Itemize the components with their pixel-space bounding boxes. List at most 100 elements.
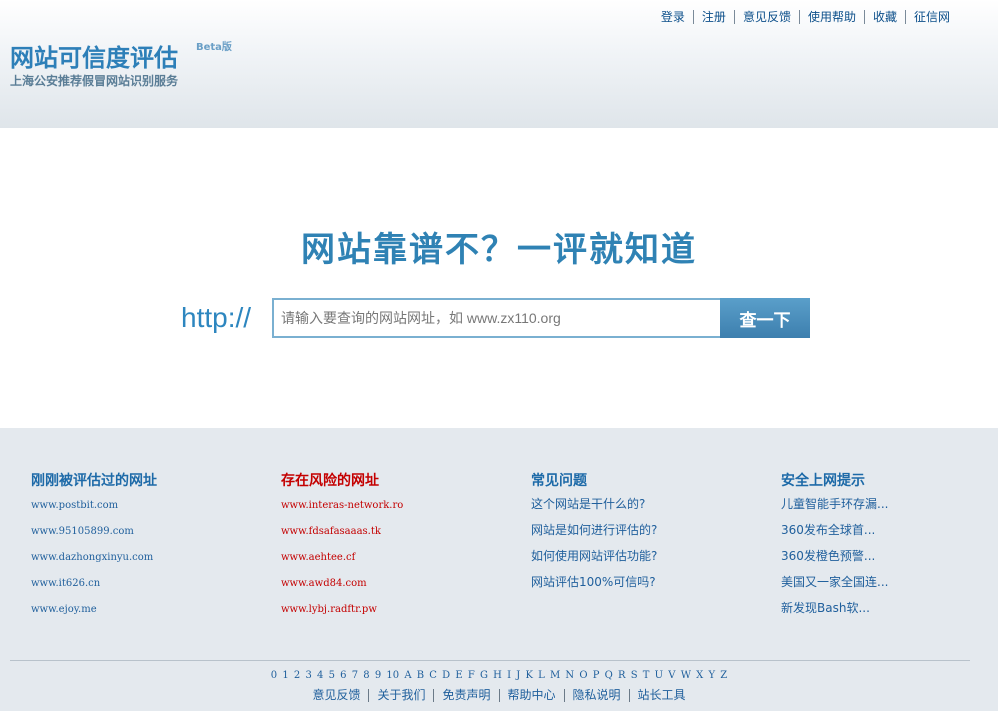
list-item: www.95105899.com — [31, 522, 271, 548]
index-char-link[interactable]: E — [455, 670, 462, 681]
url-search-input[interactable] — [272, 298, 722, 338]
site-logo-title[interactable]: 网站可信度评估 — [10, 38, 178, 73]
footer-webmaster-tools-link[interactable]: 站长工具 — [628, 689, 694, 702]
footer-feedback-link[interactable]: 意见反馈 — [304, 689, 368, 702]
index-char-link[interactable]: Q — [605, 670, 613, 681]
index-char-link[interactable]: C — [429, 670, 437, 681]
search-button[interactable]: 查一下 — [720, 298, 810, 338]
recent-url-link[interactable]: www.postbit.com — [31, 500, 118, 511]
list-item: 360发橙色预警... — [781, 548, 998, 574]
risky-url-link[interactable]: www.fdsafasaaas.tk — [281, 526, 381, 537]
risky-urls-column: 存在风险的网址 www.interas-network.ro www.fdsaf… — [281, 470, 521, 626]
index-char-link[interactable]: V — [668, 670, 675, 681]
recent-url-link[interactable]: www.dazhongxinyu.com — [31, 552, 153, 563]
index-char-link[interactable]: 8 — [363, 670, 369, 681]
safety-tip-link[interactable]: 360发橙色预警... — [781, 549, 875, 563]
site-subtitle: 上海公安推荐假冒网站识别服务 — [10, 74, 179, 88]
safety-tips-title: 安全上网提示 — [781, 473, 865, 489]
nav-login-link[interactable]: 登录 — [653, 10, 693, 24]
faq-link[interactable]: 如何使用网站评估功能? — [531, 549, 657, 563]
list-item: www.dazhongxinyu.com — [31, 548, 271, 574]
faq-link[interactable]: 网站评估100%可信吗? — [531, 575, 656, 589]
risky-url-link[interactable]: www.aehtee.cf — [281, 552, 355, 563]
nav-help-link[interactable]: 使用帮助 — [798, 10, 864, 24]
index-char-link[interactable]: T — [643, 670, 650, 681]
index-char-link[interactable]: N — [565, 670, 574, 681]
footer-disclaimer-link[interactable]: 免责声明 — [433, 689, 498, 702]
recent-url-link[interactable]: www.95105899.com — [31, 526, 134, 537]
index-char-link[interactable]: 3 — [305, 670, 311, 681]
index-char-link[interactable]: A — [404, 670, 411, 681]
list-item: 儿童智能手环存漏... — [781, 496, 998, 522]
footer-about-link[interactable]: 关于我们 — [368, 689, 433, 702]
index-char-link[interactable]: 9 — [375, 670, 381, 681]
index-char-link[interactable]: L — [538, 670, 545, 681]
http-prefix-label: http:// — [181, 302, 252, 333]
recent-url-link[interactable]: www.it626.cn — [31, 578, 100, 589]
recent-url-link[interactable]: www.ejoy.me — [31, 604, 97, 615]
index-char-link[interactable]: Z — [720, 670, 727, 681]
list-item: 网站是如何进行评估的? — [531, 522, 771, 548]
index-char-link[interactable]: H — [493, 670, 502, 681]
index-char-link[interactable]: O — [579, 670, 587, 681]
header: 网站可信度评估 Beta版 上海公安推荐假冒网站识别服务 登录 注册 意见反馈 … — [0, 0, 998, 128]
risky-urls-title: 存在风险的网址 — [281, 473, 379, 489]
recent-urls-column: 刚刚被评估过的网址 www.postbit.com www.95105899.c… — [31, 470, 271, 626]
index-char-link[interactable]: J — [516, 670, 520, 681]
index-char-link[interactable]: I — [507, 670, 511, 681]
index-char-link[interactable]: Y — [708, 670, 715, 681]
list-item: www.interas-network.ro — [281, 496, 521, 522]
nav-feedback-link[interactable]: 意见反馈 — [733, 10, 799, 24]
footer-privacy-link[interactable]: 隐私说明 — [563, 689, 629, 702]
risky-url-link[interactable]: www.interas-network.ro — [281, 500, 403, 511]
index-char-link[interactable]: P — [593, 670, 600, 681]
info-panel: 刚刚被评估过的网址 www.postbit.com www.95105899.c… — [0, 428, 998, 711]
index-char-link[interactable]: 0 — [271, 670, 277, 681]
index-char-link[interactable]: B — [417, 670, 424, 681]
beta-badge: Beta版 — [196, 42, 232, 53]
list-item: www.ejoy.me — [31, 600, 271, 626]
list-item: 如何使用网站评估功能? — [531, 548, 771, 574]
faq-link[interactable]: 网站是如何进行评估的? — [531, 523, 657, 537]
index-char-link[interactable]: 1 — [282, 670, 288, 681]
index-char-link[interactable]: X — [696, 670, 703, 681]
safety-tip-link[interactable]: 360发布全球首... — [781, 523, 875, 537]
index-char-link[interactable]: W — [681, 670, 691, 681]
index-char-link[interactable]: G — [480, 670, 488, 681]
safety-tip-link[interactable]: 美国又一家全国连... — [781, 575, 888, 589]
index-char-link[interactable]: M — [550, 670, 560, 681]
footer-help-center-link[interactable]: 帮助中心 — [498, 689, 564, 702]
nav-bookmark-link[interactable]: 收藏 — [863, 10, 905, 24]
footer-divider — [10, 660, 970, 661]
index-char-link[interactable]: K — [525, 670, 532, 681]
list-item: www.lybj.radftr.pw — [281, 600, 521, 626]
safety-tip-link[interactable]: 儿童智能手环存漏... — [781, 497, 888, 511]
risky-url-link[interactable]: www.awd84.com — [281, 578, 367, 589]
index-char-link[interactable]: 4 — [317, 670, 323, 681]
index-char-link[interactable]: R — [618, 670, 626, 681]
list-item: www.awd84.com — [281, 574, 521, 600]
list-item: 新发现Bash软... — [781, 600, 998, 626]
index-char-link[interactable]: 10 — [386, 670, 399, 681]
faq-link[interactable]: 这个网站是干什么的? — [531, 497, 645, 511]
list-item: 网站评估100%可信吗? — [531, 574, 771, 600]
list-item: www.postbit.com — [31, 496, 271, 522]
footer-links: 意见反馈 关于我们 免责声明 帮助中心 隐私说明 站长工具 — [0, 689, 998, 702]
index-char-link[interactable]: U — [655, 670, 663, 681]
index-char-link[interactable]: 2 — [294, 670, 300, 681]
index-char-link[interactable]: 6 — [340, 670, 346, 681]
risky-url-link[interactable]: www.lybj.radftr.pw — [281, 604, 377, 615]
faq-title: 常见问题 — [531, 473, 587, 489]
index-char-link[interactable]: 7 — [352, 670, 358, 681]
list-item: www.it626.cn — [31, 574, 271, 600]
index-char-link[interactable]: S — [631, 670, 638, 681]
safety-tip-link[interactable]: 新发现Bash软... — [781, 601, 870, 615]
index-char-link[interactable]: F — [468, 670, 475, 681]
nav-credit-site-link[interactable]: 征信网 — [904, 10, 958, 24]
list-item: www.aehtee.cf — [281, 548, 521, 574]
recent-urls-title: 刚刚被评估过的网址 — [31, 473, 157, 489]
nav-register-link[interactable]: 注册 — [692, 10, 734, 24]
slogan-text: 网站靠谱不？一评就知道 — [301, 230, 697, 270]
index-char-link[interactable]: D — [442, 670, 450, 681]
index-char-link[interactable]: 5 — [329, 670, 335, 681]
